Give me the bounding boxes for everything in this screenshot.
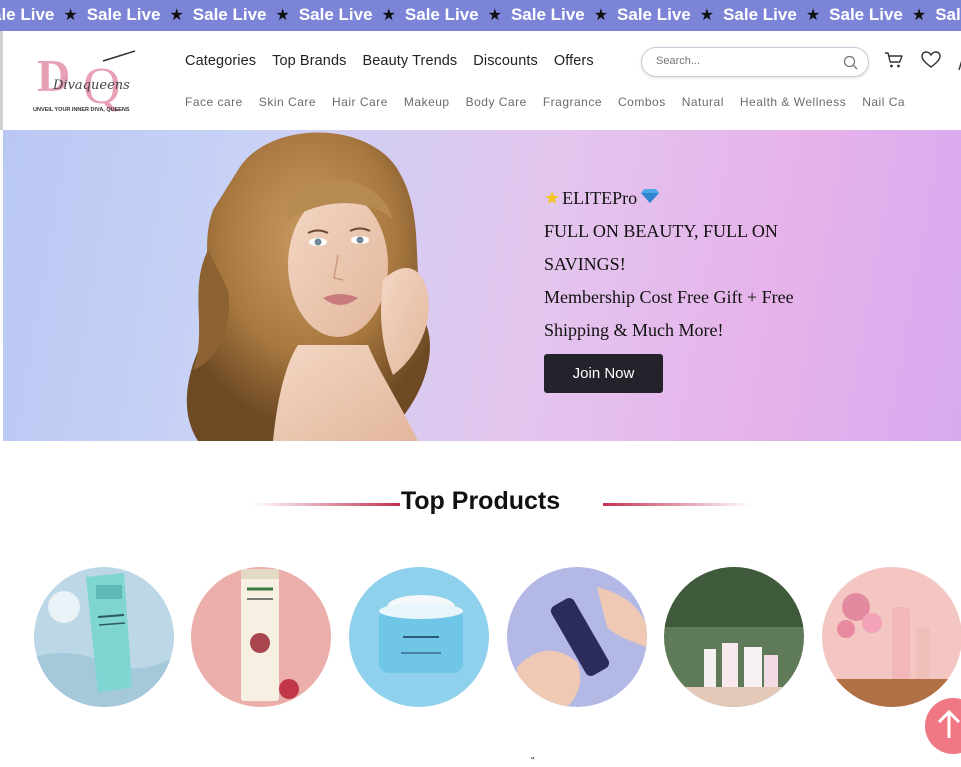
hero-headline-1: FULL ON BEAUTY, FULL ON (544, 221, 778, 241)
ticker-sale-text: Sale Live (192, 5, 267, 24)
ticker-sale-text: Sale Live (723, 5, 797, 24)
nav-item-offers[interactable]: Offers (554, 53, 594, 69)
category-link-makeup[interactable]: Makeup (404, 95, 450, 109)
nav-item-categories[interactable]: Categories (185, 53, 256, 69)
nav-item-discounts[interactable]: Discounts (473, 53, 538, 69)
star-icon: ★ (593, 7, 609, 24)
ticker-sale-text: ale Live (0, 5, 55, 24)
category-nav: Face care Skin Care Hair Care Makeup Body Ca… (185, 95, 921, 109)
scroll-to-top-button[interactable] (925, 698, 961, 754)
svg-text:Divaqueens: Divaqueens (52, 78, 130, 93)
ticker-sale-text: Sale Live (829, 5, 903, 24)
search-icon[interactable] (843, 55, 858, 75)
star-icon: ★ (381, 7, 396, 24)
heart-icon[interactable] (921, 51, 941, 74)
product-lotion[interactable] (34, 567, 174, 707)
ticker-sale-text: Sale Live (510, 5, 585, 24)
product-floral-kit[interactable] (822, 567, 961, 707)
hero-benefit-2: Shipping & Much More! (544, 320, 724, 340)
category-link-natural[interactable]: Natural (682, 95, 724, 109)
hero-banner: ★ ELITEPro FULL ON BEAUTY, FULL ON SAVIN… (3, 130, 961, 441)
site-header: D Q Divaqueens UNVEIL YOUR INNER DIVA, Q… (0, 31, 961, 130)
category-link-hair-care[interactable]: Hair Care (332, 95, 388, 109)
join-now-button[interactable]: Join Now (544, 354, 663, 393)
nav-item-beauty-trends[interactable]: Beauty Trends (362, 53, 457, 69)
hero-copy: ★ ELITEPro FULL ON BEAUTY, FULL ON SAVIN… (544, 182, 844, 347)
category-link-nail-ca[interactable]: Nail Ca (862, 95, 905, 109)
user-icon[interactable] (957, 57, 961, 75)
star-icon: ★ (275, 7, 290, 24)
top-products-carousel (0, 567, 961, 707)
ticker-sale-text: Sale Live (404, 5, 479, 24)
ticker-sale-text: Sale Live (298, 5, 373, 24)
ticker-sale-text: Sale Live (86, 5, 161, 24)
product-serum-spray[interactable] (507, 567, 647, 707)
search-input[interactable] (654, 54, 838, 68)
star-icon: ★ (487, 7, 502, 24)
star-icon: ★ (544, 188, 561, 208)
category-link-body-care[interactable]: Body Care (466, 95, 527, 109)
product-gel-jar[interactable] (349, 567, 489, 707)
partial-text: " (531, 756, 535, 767)
cart-icon[interactable] (884, 51, 904, 74)
sale-ticker: ale Live ★ Sale Live ★ Sale Live ★ Sale Live ★ S… (0, 0, 961, 31)
star-icon: ★ (63, 7, 78, 24)
hero-benefit-1: Membership Cost Free Gift + Free (544, 287, 794, 307)
ticker-sale-text: Sale Live (935, 5, 961, 24)
hero-headline-2: SAVINGS! (544, 254, 626, 274)
brand-logo[interactable]: D Q Divaqueens UNVEIL YOUR INNER DIVA, Q… (33, 47, 153, 115)
star-icon: ★ (911, 7, 927, 24)
category-link-fragrance[interactable]: Fragrance (543, 95, 602, 109)
star-icon: ★ (169, 7, 184, 24)
section-title: Top Products (400, 487, 561, 515)
category-link-combos[interactable]: Combos (618, 95, 666, 109)
gem-icon (640, 188, 660, 209)
star-icon: ★ (699, 7, 715, 24)
category-link-face-care[interactable]: Face care (185, 95, 243, 109)
svg-text:UNVEIL YOUR INNER DIVA, QUEENS: UNVEIL YOUR INNER DIVA, QUEENS (33, 107, 130, 113)
main-nav: Categories Top Brands Beauty Trends Discoun… (185, 53, 610, 69)
star-icon: ★ (805, 7, 821, 24)
hero-model-image (178, 130, 448, 441)
top-products-heading: Top Products (0, 487, 961, 516)
nav-item-top-brands[interactable]: Top Brands (272, 53, 346, 69)
arrow-up-icon (937, 709, 961, 738)
membership-label: ELITEPro (562, 188, 638, 208)
category-link-skin-care[interactable]: Skin Care (259, 95, 316, 109)
product-face-wash[interactable] (191, 567, 331, 707)
svg-text:D: D (37, 50, 70, 101)
search-box[interactable] (641, 47, 869, 77)
ticker-track: ale Live ★ Sale Live ★ Sale Live ★ Sale Live ★ S… (0, 5, 961, 25)
category-link-health-wellness[interactable]: Health & Wellness (740, 95, 846, 109)
ticker-sale-text: Sale Live (617, 5, 691, 24)
product-skincare-set[interactable] (664, 567, 804, 707)
